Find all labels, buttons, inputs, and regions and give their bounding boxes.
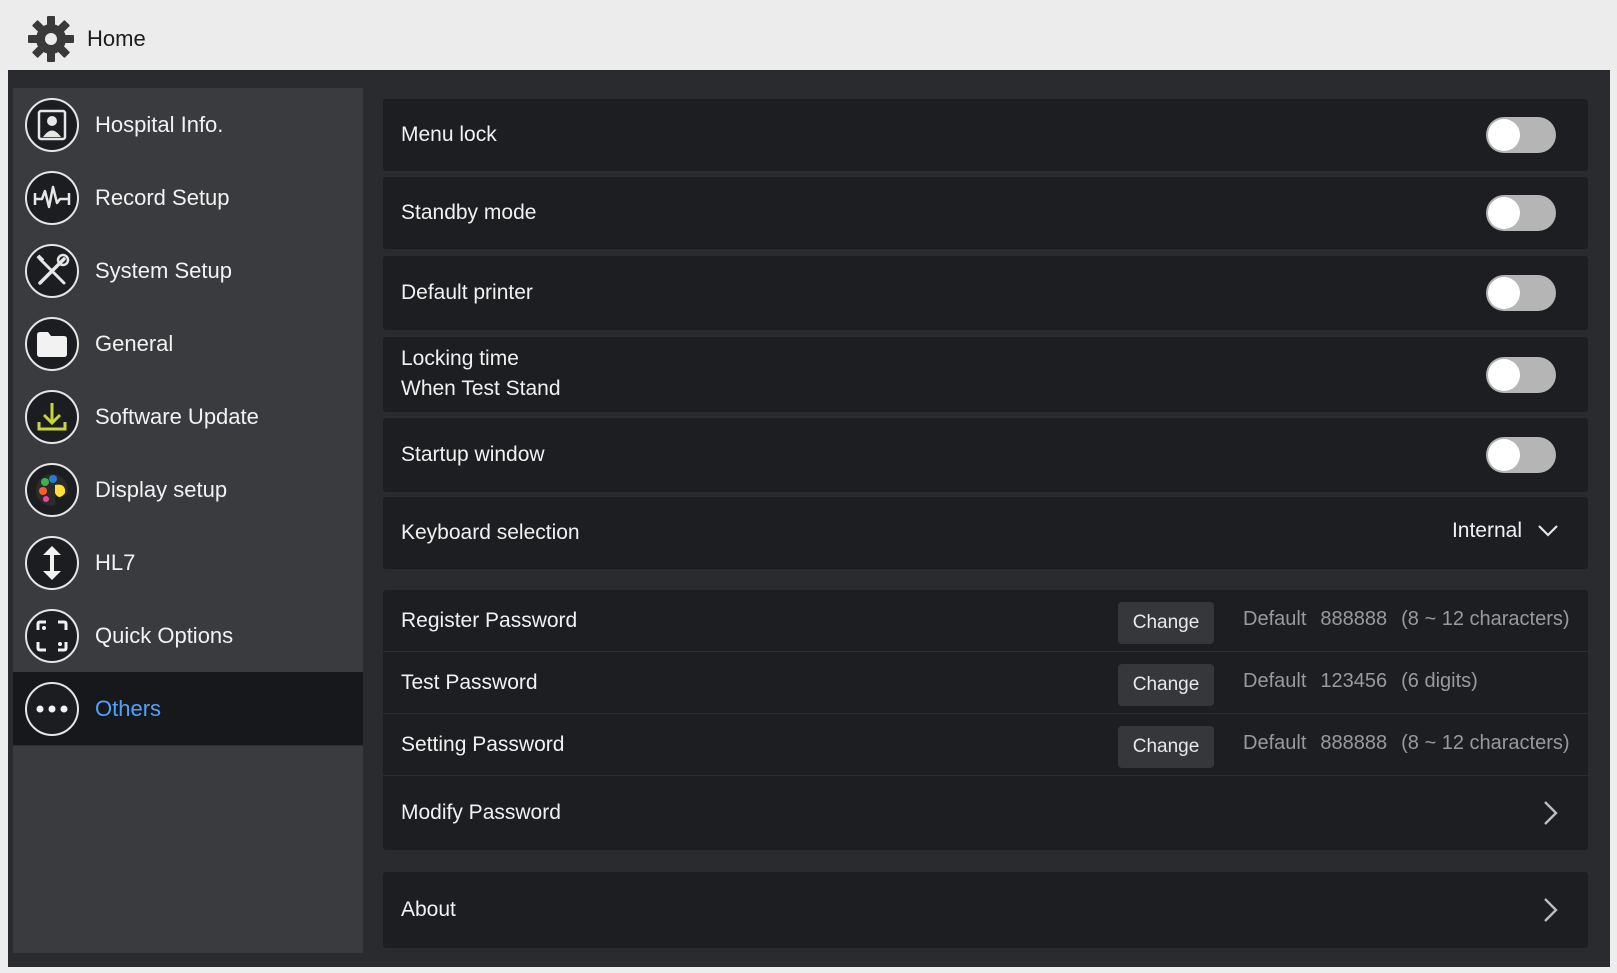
locking-time-sublabel: When Test Stand <box>401 377 561 400</box>
sidebar-item-label: Others <box>95 696 162 721</box>
keyboard-selection-dropdown[interactable]: Internal <box>1452 519 1558 543</box>
up-down-arrow-icon <box>25 536 79 590</box>
toggle-knob <box>1488 277 1520 309</box>
wrench-screwdriver-icon <box>25 244 79 298</box>
startup-window-row: Startup window <box>383 418 1588 492</box>
download-icon <box>25 390 79 444</box>
sidebar-item-label: Display setup <box>95 477 228 502</box>
default-printer-label: Default printer <box>401 281 533 304</box>
sidebar-item-general[interactable]: General <box>13 307 363 381</box>
sidebar-item-hospital-info[interactable]: Hospital Info. <box>13 88 363 162</box>
setting-password-info: Default 888888 (8 ~ 12 characters) <box>1243 732 1584 755</box>
about-row[interactable]: About <box>383 872 1588 948</box>
register-password-change-button[interactable]: Change <box>1118 602 1214 644</box>
default-value: 888888 <box>1320 608 1388 630</box>
modify-password-row[interactable]: Modify Password <box>383 776 1588 850</box>
register-password-info: Default 888888 (8 ~ 12 characters) <box>1243 608 1584 631</box>
locking-time-label: Locking time <box>401 347 519 370</box>
password-rule: (8 ~ 12 characters) <box>1401 608 1570 630</box>
register-password-label: Register Password <box>401 609 578 632</box>
chevron-down-icon <box>1538 525 1558 537</box>
locking-time-row: Locking time When Test Stand <box>383 337 1588 412</box>
more-dots-icon <box>25 682 79 736</box>
sidebar-item-hl7[interactable]: HL7 <box>13 526 363 600</box>
quick-options-icon <box>25 609 79 663</box>
chevron-right-icon <box>1544 898 1558 922</box>
register-password-row: Register Password Change Default 888888 (8… <box>383 590 1588 652</box>
locking-time-toggle[interactable] <box>1486 357 1556 393</box>
test-password-change-button[interactable]: Change <box>1118 664 1214 706</box>
palette-icon <box>25 463 79 517</box>
standby-mode-toggle[interactable] <box>1486 195 1556 231</box>
about-label: About <box>401 898 456 921</box>
sidebar-item-label: Quick Options <box>95 623 234 648</box>
test-password-row: Test Password Change Default 123456 (6 dig… <box>383 652 1588 714</box>
default-printer-row: Default printer <box>383 256 1588 330</box>
sidebar-item-label: Software Update <box>95 404 259 429</box>
startup-window-label: Startup window <box>401 443 545 466</box>
title-bar: Home <box>0 0 1617 72</box>
sidebar-item-record-setup[interactable]: Record Setup <box>13 161 363 235</box>
page-title: Home <box>87 26 146 51</box>
default-printer-toggle[interactable] <box>1486 275 1556 311</box>
sidebar-item-label: Record Setup <box>95 185 230 210</box>
hospital-info-icon <box>25 98 79 152</box>
sidebar-item-software-update[interactable]: Software Update <box>13 380 363 454</box>
default-value: 123456 <box>1320 670 1388 692</box>
modify-password-label: Modify Password <box>401 801 561 824</box>
sidebar-item-display-setup[interactable]: Display setup <box>13 453 363 527</box>
sidebar-item-quick-options[interactable]: Quick Options <box>13 599 363 673</box>
toggle-knob <box>1488 359 1520 391</box>
sidebar-item-system-setup[interactable]: System Setup <box>13 234 363 308</box>
menu-lock-toggle[interactable] <box>1486 117 1556 153</box>
setting-password-label: Setting Password <box>401 733 565 756</box>
setting-password-row: Setting Password Change Default 888888 (8 … <box>383 714 1588 776</box>
password-rule: (8 ~ 12 characters) <box>1401 732 1570 754</box>
setting-password-change-button[interactable]: Change <box>1118 726 1214 768</box>
password-rule: (6 digits) <box>1401 670 1478 692</box>
toggle-knob <box>1488 197 1520 229</box>
keyboard-selection-value: Internal <box>1451 519 1522 542</box>
sidebar-item-label: Hospital Info. <box>95 112 224 137</box>
default-value: 888888 <box>1320 732 1388 754</box>
test-password-info: Default 123456 (6 digits) <box>1243 670 1492 693</box>
default-label: Default <box>1243 732 1307 754</box>
toggle-knob <box>1488 119 1520 151</box>
sidebar: Hospital Info. Record Setup System Setup <box>13 88 363 953</box>
default-label: Default <box>1243 608 1307 630</box>
toggle-knob <box>1488 439 1520 471</box>
standby-mode-label: Standby mode <box>401 201 537 224</box>
keyboard-selection-label: Keyboard selection <box>401 521 580 544</box>
standby-mode-row: Standby mode <box>383 177 1588 249</box>
keyboard-selection-row: Keyboard selection Internal <box>383 497 1588 569</box>
sidebar-item-label: General <box>95 331 174 356</box>
startup-window-toggle[interactable] <box>1486 437 1556 473</box>
sidebar-item-label: HL7 <box>95 550 136 575</box>
sidebar-item-label: System Setup <box>95 258 232 283</box>
menu-lock-row: Menu lock <box>383 99 1588 171</box>
test-password-label: Test Password <box>401 671 538 694</box>
folder-icon <box>25 317 79 371</box>
password-group: Register Password Change Default 888888 (8… <box>383 590 1588 850</box>
default-label: Default <box>1243 670 1307 692</box>
gear-icon[interactable] <box>26 14 76 64</box>
chevron-right-icon <box>1544 801 1558 825</box>
menu-lock-label: Menu lock <box>401 123 497 146</box>
ecg-waveform-icon <box>25 171 79 225</box>
sidebar-item-others[interactable]: Others <box>13 672 363 746</box>
